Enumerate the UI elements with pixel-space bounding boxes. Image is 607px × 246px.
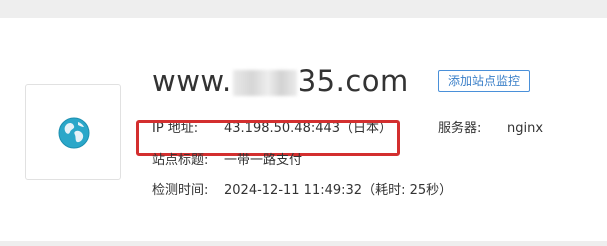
site-favicon	[25, 84, 121, 180]
site-info-card: www. 35.com 添加站点监控 IP 地址: 43.198.50.48:44…	[0, 18, 607, 241]
globe-icon	[58, 117, 90, 149]
check-time-value: 2024-12-11 11:49:32（耗时: 25秒）	[224, 183, 453, 198]
server-value: nginx	[507, 121, 544, 136]
site-title-label: 站点标题:	[152, 153, 209, 168]
server-label: 服务器:	[438, 121, 482, 136]
site-title-value: 一带一路支付	[224, 153, 303, 168]
redacted-domain-part	[232, 70, 297, 96]
site-domain: www. 35.com	[152, 63, 409, 99]
domain-prefix: www.	[152, 64, 232, 98]
ip-address-row: IP 地址:	[152, 120, 198, 138]
ip-address-value: 43.198.50.48:443（日本）	[224, 121, 393, 136]
add-site-monitor-button[interactable]: 添加站点监控	[438, 70, 530, 92]
domain-suffix: 35.com	[297, 64, 409, 98]
ip-address-label: IP 地址:	[152, 121, 199, 136]
check-time-label: 检测时间:	[152, 183, 209, 198]
page: www. 35.com 添加站点监控 IP 地址: 43.198.50.48:44…	[0, 0, 607, 246]
